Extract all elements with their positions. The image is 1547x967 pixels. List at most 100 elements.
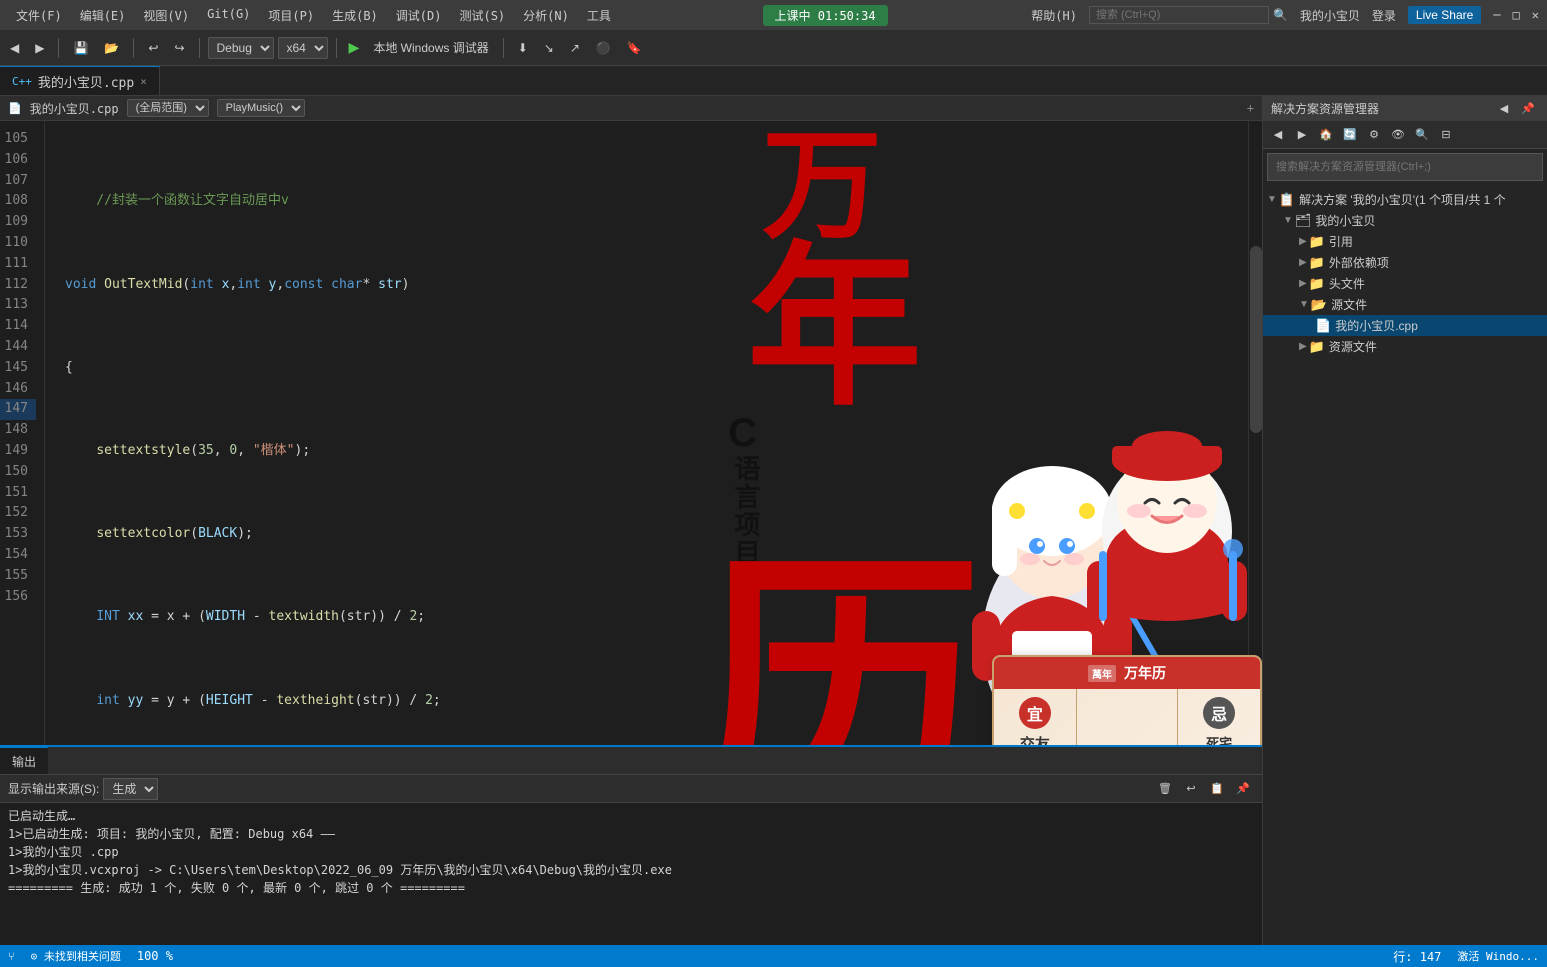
tree-item-headers[interactable]: ▶ 📁 头文件 — [1263, 273, 1547, 294]
help-menu[interactable]: 帮助(H) — [1031, 7, 1077, 24]
tree-item-references[interactable]: ▶ 📁 引用 — [1263, 231, 1547, 252]
ext-folder-icon: 📁 — [1309, 255, 1325, 271]
vertical-scrollbar[interactable] — [1248, 121, 1262, 745]
search-icon: 🔍 — [1273, 8, 1288, 22]
menu-test[interactable]: 测试(S) — [451, 3, 513, 28]
window-close-icon[interactable]: ✕ — [1532, 8, 1539, 22]
platform-select[interactable]: x64 — [278, 37, 328, 59]
tree-arrow-project: ▼ — [1283, 215, 1293, 226]
sol-settings[interactable]: ⚙ — [1363, 124, 1385, 146]
activate-windows[interactable]: 激活 Windo... — [1457, 948, 1539, 964]
window-min-icon[interactable]: ─ — [1493, 8, 1500, 22]
toolbar-redo[interactable]: ↪ — [168, 38, 190, 58]
tree-solution-root[interactable]: ▼ 📋 解决方案 '我的小宝贝'(1 个项目/共 1 个 — [1263, 189, 1547, 210]
breadcrumb-expand[interactable]: + — [1247, 101, 1254, 115]
code-content[interactable]: 105 106 107 108 109 110 111 112 113 114 … — [0, 121, 1262, 745]
window-max-icon[interactable]: □ — [1513, 8, 1520, 22]
menu-file[interactable]: 文件(F) — [8, 3, 70, 28]
menu-project[interactable]: 项目(P) — [260, 3, 322, 28]
right-panel: 解决方案资源管理器 ◀ 📌 ◀ ▶ 🏠 🔄 ⚙ 👁 🔍 ⊟ ▼ 📋 解决方案 '… — [1262, 96, 1547, 945]
res-folder-icon: 📁 — [1309, 339, 1325, 355]
separator-2 — [133, 38, 134, 58]
git-branch-icon: ⑂ — [8, 950, 15, 963]
output-tab[interactable]: 输出 — [0, 747, 48, 774]
output-line-1: 已启动生成… — [8, 807, 1254, 825]
toolbar-step-out[interactable]: ↗ — [564, 38, 586, 58]
sol-collapse[interactable]: ◀ — [1493, 98, 1515, 120]
login-label[interactable]: 登录 — [1372, 7, 1396, 24]
run-label-btn[interactable]: 本地 Windows 调试器 — [367, 36, 494, 59]
menu-edit[interactable]: 编辑(E) — [72, 3, 134, 28]
function-select[interactable]: PlayMusic() — [217, 99, 305, 117]
show-source-label: 显示输出来源(S): — [8, 780, 99, 797]
status-zoom[interactable]: 100 % — [137, 949, 173, 963]
toolbar: ◀ ▶ 💾 📂 ↩ ↪ Debug x64 ▶ 本地 Windows 调试器 ⬇… — [0, 30, 1547, 66]
solution-explorer-title: 解决方案资源管理器 — [1271, 100, 1379, 117]
tree-solution-label: 解决方案 '我的小宝贝'(1 个项目/共 1 个 — [1299, 191, 1506, 208]
output-copy[interactable]: 📋 — [1206, 778, 1228, 800]
tree-item-extern-deps[interactable]: ▶ 📁 外部依赖项 — [1263, 252, 1547, 273]
toolbar-back[interactable]: ◀ — [4, 38, 25, 58]
tab-close-button[interactable]: × — [140, 75, 147, 88]
toolbar-save[interactable]: 💾 — [67, 38, 94, 58]
tree-item-main-cpp[interactable]: 📄 我的小宝贝.cpp — [1263, 315, 1547, 336]
menu-git[interactable]: Git(G) — [199, 3, 258, 28]
sol-pin[interactable]: 📌 — [1517, 98, 1539, 120]
search-input[interactable] — [1089, 6, 1269, 24]
run-button[interactable]: ▶ — [345, 37, 364, 58]
scope-select[interactable]: (全局范围) — [127, 99, 209, 117]
toolbar-step-in[interactable]: ↘ — [538, 38, 560, 58]
tree-arrow-headers: ▶ — [1299, 278, 1307, 289]
code-line-110: INT xx = x + (WIDTH - textwidth(str)) / … — [61, 607, 1262, 628]
tree-arrow-solution: ▼ — [1267, 194, 1277, 205]
sol-show-all[interactable]: 👁 — [1387, 124, 1409, 146]
output-word-wrap[interactable]: ↩ — [1180, 778, 1202, 800]
ref-folder-icon: 📁 — [1309, 234, 1325, 250]
file-indicator: 📄 — [8, 102, 22, 115]
debug-mode-select[interactable]: Debug — [208, 37, 274, 59]
toolbar-step-over[interactable]: ⬇ — [512, 38, 534, 58]
menu-debug[interactable]: 调试(D) — [388, 3, 450, 28]
sol-sync[interactable]: 🔄 — [1339, 124, 1361, 146]
output-source-select[interactable]: 生成 — [103, 778, 158, 800]
active-tab[interactable]: C++ 我的小宝贝.cpp × — [0, 66, 160, 95]
toolbar-bookmark[interactable]: 🔖 — [621, 38, 648, 58]
toolbar-undo[interactable]: ↩ — [142, 38, 164, 58]
output-content[interactable]: 已启动生成… 1>已启动生成: 项目: 我的小宝贝, 配置: Debug x64… — [0, 803, 1262, 945]
sol-back[interactable]: ◀ — [1267, 124, 1289, 146]
scroll-thumb[interactable] — [1250, 246, 1262, 433]
code-line-111: int yy = y + (HEIGHT - textheight(str)) … — [61, 691, 1262, 712]
toolbar-breakpoint[interactable]: ⚫ — [590, 38, 617, 58]
tree-arrow-ext: ▶ — [1299, 257, 1307, 268]
menu-tools[interactable]: 工具 — [579, 3, 619, 28]
code-lines[interactable]: //封装一个函数让文字自动居中v void OutTextMid(int x,i… — [45, 121, 1262, 745]
sol-home[interactable]: 🏠 — [1315, 124, 1337, 146]
sol-collapse-all[interactable]: ⊟ — [1435, 124, 1457, 146]
tree-arrow-ref: ▶ — [1299, 236, 1307, 247]
header-folder-icon: 📁 — [1309, 276, 1325, 292]
tree-sources-label: 源文件 — [1331, 296, 1367, 313]
sol-forward[interactable]: ▶ — [1291, 124, 1313, 146]
sol-filter[interactable]: 🔍 — [1411, 124, 1433, 146]
status-bar: ⑂ ⊙ 未找到相关问题 100 % 行: 147 激活 Windo... — [0, 945, 1547, 967]
error-indicator: ⊙ — [31, 950, 38, 963]
output-section: 输出 显示输出来源(S): 生成 🗑 ↩ 📋 📌 已启动生成… — [0, 745, 1262, 945]
toolbar-open[interactable]: 📂 — [98, 38, 125, 58]
solution-search-input[interactable] — [1267, 153, 1543, 181]
cpp-file-icon: 📄 — [1315, 318, 1331, 334]
tree-item-sources[interactable]: ▼ 📂 源文件 — [1263, 294, 1547, 315]
menu-build[interactable]: 生成(B) — [324, 3, 386, 28]
menu-view[interactable]: 视图(V) — [135, 3, 197, 28]
editor-area: 📄 我的小宝贝.cpp (全局范围) PlayMusic() + 105 106… — [0, 96, 1262, 945]
tree-project[interactable]: ▼ 🗂 我的小宝贝 — [1263, 210, 1547, 231]
user-label: 我的小宝贝 — [1300, 7, 1360, 24]
live-share-button[interactable]: Live Share — [1408, 6, 1481, 24]
tree-item-resources[interactable]: ▶ 📁 资源文件 — [1263, 336, 1547, 357]
menu-bar: 文件(F) 编辑(E) 视图(V) Git(G) 项目(P) 生成(B) 调试(… — [8, 3, 619, 28]
output-dock[interactable]: 📌 — [1232, 778, 1254, 800]
solution-toolbar: ◀ ▶ 🏠 🔄 ⚙ 👁 🔍 ⊟ — [1263, 121, 1547, 149]
toolbar-forward[interactable]: ▶ — [29, 38, 50, 58]
menu-analyze[interactable]: 分析(N) — [515, 3, 577, 28]
line-numbers: 105 106 107 108 109 110 111 112 113 114 … — [0, 121, 45, 745]
output-clear[interactable]: 🗑 — [1154, 778, 1176, 800]
